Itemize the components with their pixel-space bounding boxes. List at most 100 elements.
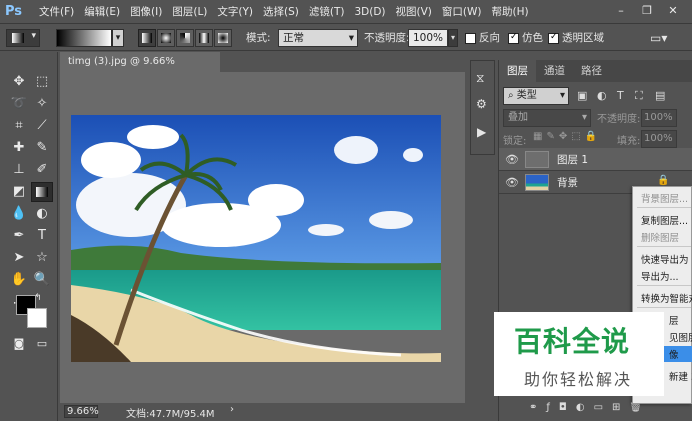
hand-tool-icon[interactable]: ✋ (8, 270, 30, 290)
status-menu-arrow[interactable]: › (230, 404, 234, 415)
adjustment-layer-icon[interactable]: ◐ (576, 402, 594, 413)
blend-mode-select[interactable]: 叠加 ▾ (503, 109, 591, 127)
brush-tool-icon[interactable]: ✎ (31, 138, 53, 158)
menu-select[interactable]: 选择(S) (263, 4, 299, 19)
tab-layers[interactable]: 图层 (499, 60, 536, 82)
eye-icon[interactable]: 👁 (505, 153, 519, 166)
type-tool-icon[interactable]: T (31, 226, 53, 246)
angle-gradient-button[interactable] (176, 29, 194, 47)
context-item-new-3d[interactable]: 新建 3 (669, 369, 692, 383)
status-bar: 9.66% 文档:47.7M/95.4M › (60, 403, 465, 421)
menu-filter[interactable]: 滤镜(T) (309, 4, 345, 19)
context-item-visible-layers[interactable]: 见图层 (669, 330, 692, 344)
linear-gradient-icon (142, 33, 152, 43)
clone-stamp-tool-icon[interactable]: ⊥ (8, 160, 30, 180)
fx-icon[interactable]: ƒ (546, 402, 559, 413)
gradient-tool-icon[interactable] (31, 182, 53, 202)
new-group-icon[interactable]: ▭ (594, 402, 612, 413)
eye-icon[interactable]: 👁 (505, 176, 519, 189)
diamond-gradient-button[interactable] (214, 29, 232, 47)
collapsed-panel-dock: ⧖ ⚙ ▶ (470, 60, 495, 155)
opacity-dropdown-arrow[interactable]: ▾ (448, 29, 458, 47)
lock-icons[interactable]: ▦✎✥⬚🔒 (533, 131, 601, 142)
filter-shape-icon[interactable]: ⛶ (635, 89, 643, 103)
layer-opacity-input[interactable]: 100% (641, 109, 677, 127)
context-item-background-layer[interactable]: 背景图层... (641, 191, 692, 205)
filter-type-icon[interactable]: T (617, 89, 624, 102)
gradient-preview[interactable] (56, 29, 112, 47)
radial-gradient-button[interactable] (157, 29, 175, 47)
context-item-delete-layer[interactable]: 删除图层 (641, 230, 692, 244)
shape-tool-icon[interactable]: ☆ (31, 248, 53, 268)
menu-view[interactable]: 视图(V) (396, 4, 432, 19)
gradient-dropdown-arrow[interactable]: ▾ (112, 29, 124, 47)
filter-adjustment-icon[interactable]: ◐ (597, 89, 607, 102)
minimize-button[interactable]: – (612, 3, 630, 19)
workspace-switcher[interactable]: ▭▾ (650, 29, 667, 47)
chevron-down-icon: ▾ (559, 90, 565, 101)
fill-input[interactable]: 100% (641, 130, 677, 148)
tool-preset-picker[interactable]: ▾ (6, 29, 40, 47)
tab-paths[interactable]: 路径 (573, 60, 610, 82)
history-brush-tool-icon[interactable]: ✐ (31, 160, 53, 180)
menu-layer[interactable]: 图层(L) (172, 4, 207, 19)
properties-panel-icon[interactable]: ⚙ (476, 97, 487, 111)
add-mask-icon[interactable]: ◘ (559, 402, 576, 413)
restore-button[interactable]: ❐ (638, 3, 656, 19)
context-item-layer[interactable]: 层 (669, 313, 692, 327)
marquee-tool-icon[interactable]: ⬚ (31, 72, 53, 92)
linear-gradient-button[interactable] (138, 29, 156, 47)
document-tab[interactable]: timg (3).jpg @ 9.66%(RGB/8#) * × (60, 52, 220, 87)
dodge-tool-icon[interactable]: ◐ (31, 204, 53, 224)
zoom-level[interactable]: 9.66% (64, 405, 99, 418)
context-item-export-as[interactable]: 导出为... (641, 269, 692, 283)
lasso-tool-icon[interactable]: ➰ (8, 94, 30, 114)
menu-3d[interactable]: 3D(D) (354, 6, 385, 18)
pen-tool-icon[interactable]: ✒ (8, 226, 30, 246)
reflected-gradient-icon (199, 33, 209, 43)
layer-filter-select[interactable]: ⌕ 类型 ▾ (503, 87, 569, 105)
context-item-convert-smart-object[interactable]: 转换为智能对 (641, 291, 692, 305)
healing-brush-tool-icon[interactable]: ✚ (8, 138, 30, 158)
eraser-tool-icon[interactable]: ◩ (8, 182, 30, 202)
link-layers-icon[interactable]: ⚭ (529, 402, 546, 413)
menu-edit[interactable]: 编辑(E) (84, 4, 120, 19)
dither-checkbox[interactable] (508, 32, 519, 44)
mode-select[interactable]: 正常 ▾ (278, 29, 358, 47)
new-layer-icon[interactable]: ⊞ (612, 402, 629, 413)
move-tool-icon[interactable]: ✥ (8, 72, 30, 92)
filter-pixel-icon[interactable]: ▣ (577, 89, 587, 102)
menu-image[interactable]: 图像(I) (130, 4, 162, 19)
swap-colors-icon[interactable]: ↰ (32, 292, 44, 304)
context-item-duplicate-layer[interactable]: 复制图层... (641, 213, 692, 227)
context-item-image[interactable]: 像 (669, 347, 692, 361)
context-item-quick-export[interactable]: 快速导出为 P (641, 252, 692, 266)
layer-row[interactable]: 👁 图层 1 (499, 148, 692, 171)
close-window-button[interactable]: ✕ (664, 3, 682, 19)
crop-tool-icon[interactable]: ⌗ (8, 116, 30, 136)
background-color-swatch[interactable] (27, 308, 47, 328)
menu-type[interactable]: 文字(Y) (217, 4, 253, 19)
menu-window[interactable]: 窗口(W) (442, 4, 482, 19)
quick-mask-icon[interactable]: ◙ (8, 334, 30, 354)
path-selection-tool-icon[interactable]: ➤ (8, 248, 30, 268)
fill-label: 填充: (617, 136, 641, 147)
menu-help[interactable]: 帮助(H) (492, 4, 529, 19)
actions-play-icon[interactable]: ▶ (477, 125, 486, 139)
history-panel-icon[interactable]: ⧖ (476, 71, 484, 86)
screen-mode-icon[interactable]: ▭ (31, 334, 53, 354)
chevron-down-icon: ▾ (581, 112, 587, 123)
reflected-gradient-button[interactable] (195, 29, 213, 47)
app-logo: Ps (5, 4, 23, 19)
menu-file[interactable]: 文件(F) (39, 4, 74, 19)
reverse-checkbox[interactable] (465, 33, 476, 44)
transparency-checkbox[interactable] (548, 32, 559, 44)
zoom-tool-icon[interactable]: 🔍 (31, 270, 53, 290)
filter-smart-object-icon[interactable]: ▤ (655, 89, 665, 102)
opacity-input[interactable]: 100% (408, 29, 448, 47)
lock-label: 锁定: (503, 136, 527, 147)
eyedropper-tool-icon[interactable]: ⟋ (31, 116, 53, 136)
magic-wand-tool-icon[interactable]: ✧ (31, 94, 53, 114)
blur-tool-icon[interactable]: 💧 (8, 204, 30, 224)
tab-channels[interactable]: 通道 (536, 60, 573, 82)
